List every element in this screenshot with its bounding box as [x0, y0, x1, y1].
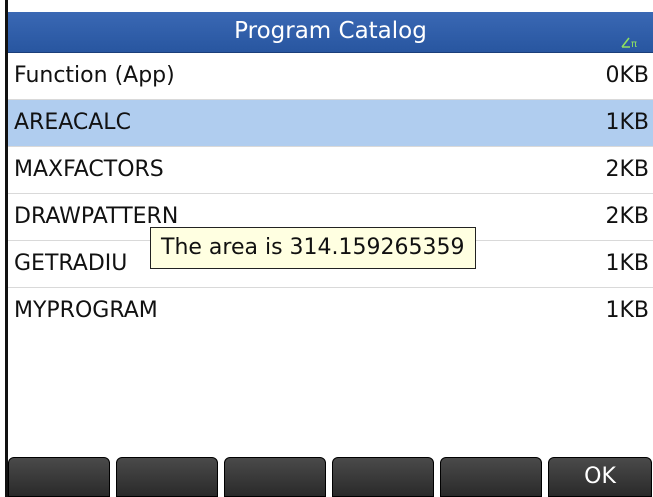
program-name: AREACALC — [14, 110, 131, 135]
softkey-5[interactable] — [440, 457, 542, 497]
program-size: 1KB — [605, 251, 649, 276]
program-name: GETRADIU — [14, 251, 128, 276]
program-name: MAXFACTORS — [14, 157, 164, 182]
program-row-myprogram[interactable]: MYPROGRAM 1KB — [8, 288, 653, 334]
softkey-bar: OK — [8, 455, 653, 497]
program-row-areacalc[interactable]: AREACALC 1KB — [8, 100, 653, 147]
program-list: Function (App) 0KB AREACALC 1KB MAXFACTO… — [8, 53, 653, 334]
softkey-1[interactable] — [8, 457, 110, 497]
svg-text:π: π — [631, 39, 637, 48]
page-title: Program Catalog — [234, 18, 427, 44]
angle-pi-icon: π — [621, 37, 637, 48]
ok-button[interactable]: OK — [548, 457, 652, 497]
left-border — [0, 0, 8, 497]
program-size: 1KB — [605, 110, 649, 135]
result-tooltip: The area is 314.159265359 — [150, 227, 476, 269]
program-size: 2KB — [605, 157, 649, 182]
softkey-3[interactable] — [224, 457, 326, 497]
title-bar: Program Catalog π — [8, 12, 653, 53]
program-row-maxfactors[interactable]: MAXFACTORS 2KB — [8, 147, 653, 194]
program-size: 0KB — [605, 63, 649, 88]
program-name: MYPROGRAM — [14, 298, 158, 323]
program-name: Function (App) — [14, 63, 175, 88]
calculator-screen: Program Catalog π Function (App) 0KB ARE… — [0, 0, 653, 497]
program-size: 2KB — [605, 204, 649, 229]
program-row-function-app[interactable]: Function (App) 0KB — [8, 53, 653, 100]
softkey-2[interactable] — [116, 457, 218, 497]
program-size: 1KB — [605, 298, 649, 323]
softkey-4[interactable] — [332, 457, 434, 497]
